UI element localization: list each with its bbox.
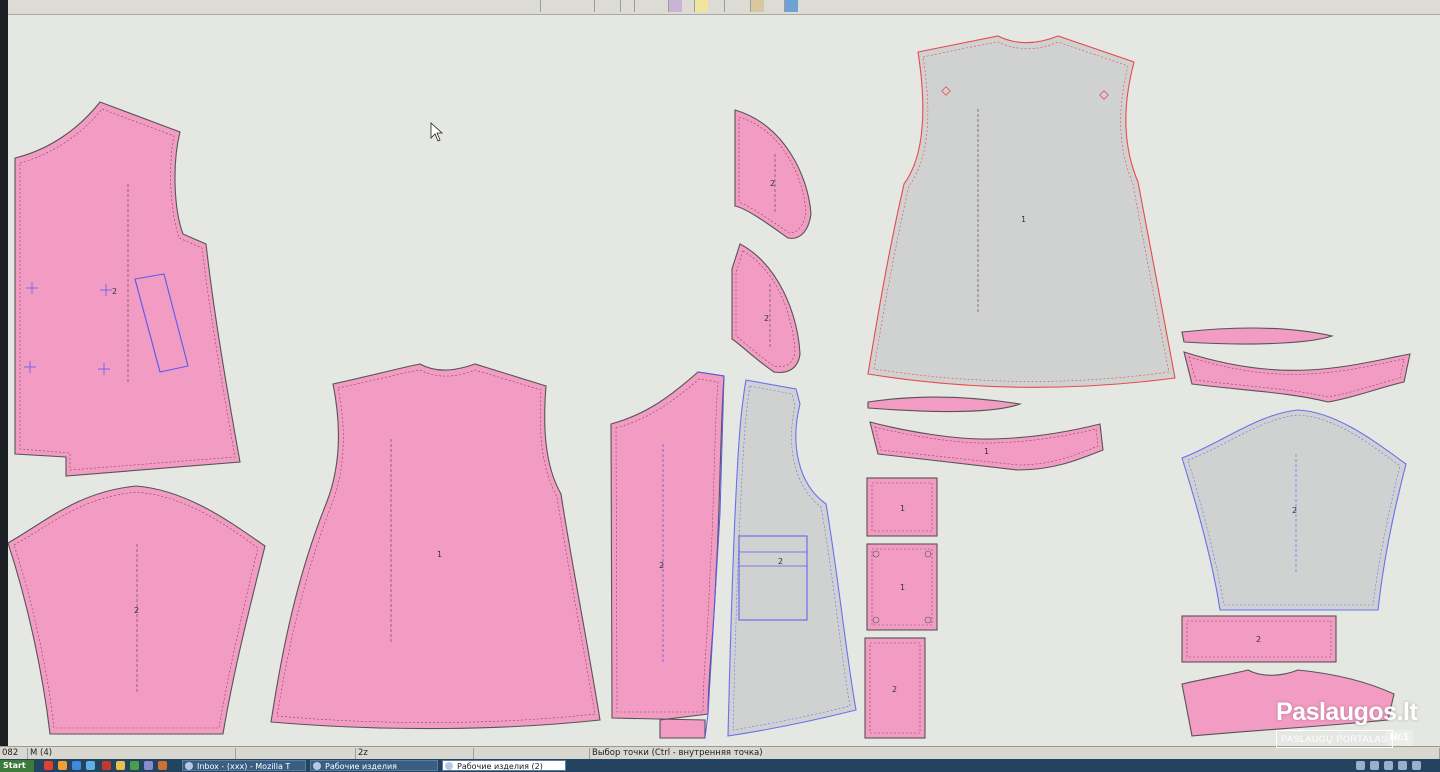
pattern-app-icon[interactable] bbox=[144, 761, 153, 770]
toolbar-button-icon[interactable] bbox=[784, 0, 798, 12]
browser-icon[interactable] bbox=[58, 761, 67, 770]
cursor-arrow-icon bbox=[430, 122, 444, 142]
piece-number: 1 bbox=[1021, 215, 1026, 224]
pattern-piece-front-panel-pocket[interactable]: 2 bbox=[727, 379, 857, 737]
folder-icon bbox=[313, 762, 321, 770]
pattern-piece-neck-facing[interactable]: 1 bbox=[869, 421, 1104, 471]
piece-number: 2 bbox=[1256, 635, 1261, 644]
piece-number: 2 bbox=[770, 179, 775, 188]
piece-number: 2 bbox=[1292, 506, 1297, 515]
taskbar-item-label: Inbox - (xxx) - Mozilla T bbox=[197, 762, 291, 771]
tray-icon[interactable] bbox=[1398, 761, 1407, 770]
pattern-piece-front-large-selected[interactable]: 1 bbox=[867, 35, 1176, 388]
taskbar-item-label: Рабочие изделия bbox=[325, 762, 397, 771]
piece-number: 1 bbox=[984, 447, 989, 456]
pattern-piece-collar-band[interactable] bbox=[1183, 351, 1411, 403]
browser-icon[interactable] bbox=[44, 761, 53, 770]
toolbar bbox=[8, 0, 1440, 15]
piece-number: 1 bbox=[900, 583, 905, 592]
pattern-piece-sleeve-left[interactable]: 2 bbox=[8, 485, 266, 735]
toolbar-button-icon[interactable] bbox=[540, 0, 554, 12]
piece-number: 1 bbox=[900, 504, 905, 513]
watermark: Paslaugos.lt PASLAUGŲ PORTALAS Nr.1 bbox=[1272, 698, 1418, 752]
pattern-piece-pocket-square-a[interactable]: 1 bbox=[866, 477, 938, 537]
pattern-piece-pocket-square-c[interactable]: 2 bbox=[864, 637, 926, 739]
taskbar: Start Inbox - (xxx) - Mozilla T Рабочие … bbox=[0, 759, 1440, 772]
toolbar-button-icon[interactable] bbox=[620, 0, 634, 12]
status-scale: 2z bbox=[356, 748, 474, 759]
status-empty bbox=[474, 748, 590, 759]
pattern-piece-sleeve-right-selected[interactable]: 2 bbox=[1181, 409, 1407, 611]
pattern-app-icon[interactable] bbox=[130, 761, 139, 770]
piece-number: 2 bbox=[892, 685, 897, 694]
pattern-piece-cuff-band[interactable]: 2 bbox=[1181, 615, 1337, 663]
watermark-subtitle: PASLAUGŲ PORTALAS bbox=[1276, 730, 1393, 748]
status-mode: M (4) bbox=[28, 748, 236, 759]
toolbar-button-icon[interactable] bbox=[668, 0, 682, 12]
taskbar-item[interactable]: Рабочие изделия bbox=[310, 760, 438, 771]
browser-icon[interactable] bbox=[86, 761, 95, 770]
pattern-app-icon[interactable] bbox=[158, 761, 167, 770]
pattern-piece-band-thin-right[interactable] bbox=[1181, 327, 1335, 345]
watermark-rank: Nr.1 bbox=[1386, 730, 1413, 746]
taskbar-item-label: Рабочие изделия (2) bbox=[457, 762, 543, 771]
piece-number: 2 bbox=[112, 287, 117, 296]
pattern-piece-front-panel[interactable]: 2 bbox=[610, 371, 725, 739]
status-empty bbox=[236, 748, 356, 759]
toolbar-button-icon[interactable] bbox=[724, 0, 738, 12]
piece-number: 1 bbox=[437, 550, 442, 559]
pattern-piece-pocket-square-b[interactable]: 1 bbox=[866, 543, 938, 631]
status-coord: 082 bbox=[0, 748, 28, 759]
tray-icon[interactable] bbox=[1412, 761, 1421, 770]
tray-icon[interactable] bbox=[1356, 761, 1365, 770]
taskbar-item[interactable]: Inbox - (xxx) - Mozilla T bbox=[182, 760, 306, 771]
taskbar-item-active[interactable]: Рабочие изделия (2) bbox=[442, 760, 566, 771]
browser-icon bbox=[185, 762, 193, 770]
pattern-piece-armhole-facing-bottom[interactable]: 2 bbox=[731, 243, 801, 374]
toolbar-button-icon[interactable] bbox=[634, 0, 648, 12]
pattern-piece-front-center[interactable]: 1 bbox=[270, 363, 601, 730]
toolbar-button-icon[interactable] bbox=[594, 0, 608, 12]
watermark-logo: Paslaugos.lt bbox=[1276, 698, 1418, 726]
piece-number: 2 bbox=[778, 557, 783, 566]
pattern-app-icon[interactable] bbox=[102, 761, 111, 770]
toolbar-button-icon[interactable] bbox=[694, 0, 708, 12]
start-button[interactable]: Start bbox=[0, 760, 34, 772]
folder-icon[interactable] bbox=[116, 761, 125, 770]
pattern-app-icon bbox=[445, 762, 453, 770]
piece-number: 2 bbox=[764, 314, 769, 323]
status-bar: 082 M (4) 2z Выбор точки (Ctrl - внутрен… bbox=[0, 746, 1440, 760]
pattern-canvas[interactable]: .pc { fill:#f39cc3; stroke:#555; stroke-… bbox=[8, 14, 1440, 746]
piece-number: 2 bbox=[659, 561, 664, 570]
tray-icon[interactable] bbox=[1384, 761, 1393, 770]
tray-icon[interactable] bbox=[1370, 761, 1379, 770]
piece-number: 2 bbox=[134, 606, 139, 615]
toolbar-button-icon[interactable] bbox=[750, 0, 764, 12]
browser-icon[interactable] bbox=[72, 761, 81, 770]
pattern-piece-band-thin-left[interactable] bbox=[867, 396, 1023, 413]
pattern-piece-armhole-facing-top[interactable]: 2 bbox=[734, 109, 812, 239]
pattern-piece-back-left[interactable]: 2 bbox=[14, 101, 241, 477]
